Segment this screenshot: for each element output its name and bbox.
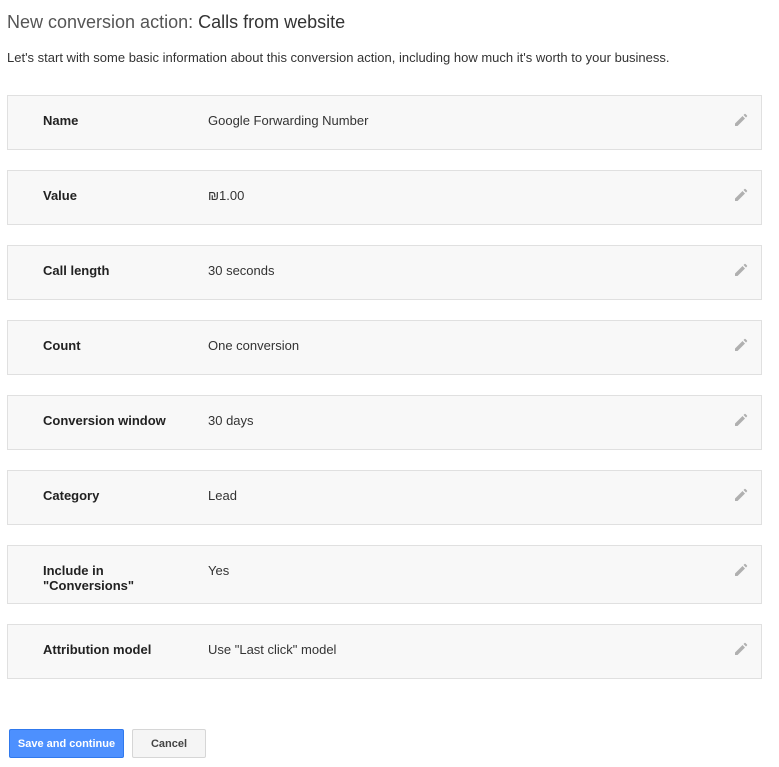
row-label: Name xyxy=(43,113,79,128)
pencil-icon[interactable] xyxy=(734,563,748,577)
cancel-button[interactable]: Cancel xyxy=(132,729,206,758)
row-category[interactable]: Category Lead xyxy=(7,470,762,525)
pencil-icon[interactable] xyxy=(734,488,748,502)
page-title-prefix: New conversion action: xyxy=(7,12,194,32)
pencil-icon[interactable] xyxy=(734,188,748,202)
row-call-length[interactable]: Call length 30 seconds xyxy=(7,245,762,300)
row-label: Attribution model xyxy=(43,642,152,657)
settings-list: Name Google Forwarding Number Value ₪1.0… xyxy=(7,95,762,699)
row-label: Conversion window xyxy=(43,413,166,428)
row-name[interactable]: Name Google Forwarding Number xyxy=(7,95,762,150)
row-value: Yes xyxy=(208,563,230,578)
row-conversion-window[interactable]: Conversion window 30 days xyxy=(7,395,762,450)
row-value[interactable]: Value ₪1.00 xyxy=(7,170,762,225)
row-value: Google Forwarding Number xyxy=(208,113,369,128)
pencil-icon[interactable] xyxy=(734,338,748,352)
page-title-name: Calls from website xyxy=(198,12,346,32)
row-value: Use "Last click" model xyxy=(208,642,337,657)
row-value: Lead xyxy=(208,488,237,503)
row-value: ₪1.00 xyxy=(208,188,245,203)
row-label: Count xyxy=(43,338,81,353)
save-and-continue-button[interactable]: Save and continue xyxy=(9,729,124,758)
pencil-icon[interactable] xyxy=(734,263,748,277)
page-subtitle: Let's start with some basic information … xyxy=(7,50,670,65)
row-label: Call length xyxy=(43,263,110,278)
row-label: Include in "Conversions" xyxy=(43,563,135,593)
row-label: Category xyxy=(43,488,100,503)
pencil-icon[interactable] xyxy=(734,113,748,127)
row-value: One conversion xyxy=(208,338,300,353)
row-value: 30 days xyxy=(208,413,254,428)
row-label: Value xyxy=(43,188,77,203)
row-value: 30 seconds xyxy=(208,263,275,278)
row-count[interactable]: Count One conversion xyxy=(7,320,762,375)
row-include-in-conversions[interactable]: Include in "Conversions" Yes xyxy=(7,545,762,604)
pencil-icon[interactable] xyxy=(734,642,748,656)
pencil-icon[interactable] xyxy=(734,413,748,427)
page-title: New conversion action: Calls from websit… xyxy=(7,12,345,33)
row-attribution-model[interactable]: Attribution model Use "Last click" model xyxy=(7,624,762,679)
